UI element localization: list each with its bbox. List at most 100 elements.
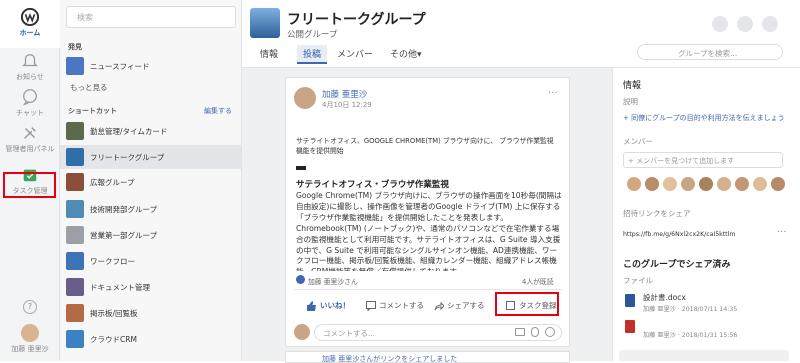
task-icon-button[interactable] (712, 16, 728, 32)
tab-members[interactable]: メンバー (337, 47, 373, 60)
member-avatar[interactable] (681, 177, 695, 191)
user-avatar (21, 324, 39, 342)
member-avatar[interactable] (717, 177, 731, 191)
next-post-author[interactable]: 加藤 亜里沙さんがリンクをシェアしました (322, 354, 457, 362)
group-label: 勤怠管理/タイムカード (90, 126, 168, 136)
seen-count[interactable]: 4人が既読 (522, 276, 554, 286)
chat-bar[interactable] (619, 350, 789, 361)
member-avatar[interactable] (627, 177, 641, 191)
sidebar-item-newsfeed[interactable]: ニュースフィード (66, 54, 241, 78)
user-profile[interactable]: 加藤 亜里沙 (0, 324, 60, 354)
rail-chat-label: チャット (16, 109, 44, 117)
sidebar-item-pr[interactable]: 広報グループ (66, 170, 241, 194)
group-label: 掲示板/回覧板 (90, 308, 138, 318)
commenter-avatar (294, 324, 310, 340)
camera-icon[interactable] (515, 328, 525, 336)
help-icon: ? (23, 300, 37, 314)
invite-label: 招待リンクをシェア (623, 209, 691, 218)
reaction-names[interactable]: 加藤 亜里沙さん (308, 276, 358, 286)
invite-options-icon[interactable]: ··· (777, 227, 787, 238)
member-avatar[interactable] (663, 177, 677, 191)
plus-icon: + (623, 114, 632, 122)
tab-posts[interactable]: 投稿 (297, 45, 328, 64)
rail-admin-panel-label: 管理者用パネル (5, 145, 55, 153)
rail-admin-panel[interactable]: 管理者用パネル (0, 124, 60, 154)
info-heading: 情報 (623, 81, 642, 91)
tab-info[interactable]: 情報 (260, 47, 278, 60)
member-avatar[interactable] (753, 177, 767, 191)
group-thumbnail (66, 122, 84, 140)
sidebar-search-input[interactable]: 検索 (66, 6, 236, 28)
task-button-highlight (495, 292, 559, 316)
post-author[interactable]: 加藤 亜里沙 (322, 88, 367, 100)
next-post-card: 加藤 亜里沙さんがリンクをシェアしました (285, 351, 570, 363)
workplace-logo-icon (21, 8, 39, 26)
files-label: ファイル (623, 276, 653, 285)
author-avatar[interactable] (294, 87, 316, 109)
member-avatar[interactable] (699, 177, 713, 191)
group-label: ドキュメント管理 (90, 282, 150, 292)
sidebar-item-workflow[interactable]: ワークフロー (66, 249, 241, 273)
bell-button[interactable] (737, 16, 753, 32)
group-thumbnail (66, 173, 84, 191)
post-card: 加藤 亜里沙 4月10日 12:29 ··· サテライトオフィス、GOOGLE … (285, 77, 570, 347)
emoji-icon[interactable] (545, 327, 555, 337)
link-preview-title[interactable]: サテライトオフィス、GOOGLE CHROME(TM) ブラウザ向けに、 ブラウ… (296, 136, 558, 156)
description-label: 説明 (623, 97, 638, 106)
member-avatar[interactable] (735, 177, 749, 191)
member-avatar[interactable] (645, 177, 659, 191)
sidebar-item-tech[interactable]: 技術開発部グループ (66, 197, 241, 221)
comment-button[interactable]: コメントする (366, 300, 424, 311)
post-options-icon[interactable]: ··· (548, 88, 558, 99)
group-thumbnail (66, 304, 84, 322)
thumbs-up-icon (307, 300, 316, 311)
sidebar-item-freetalk[interactable]: フリートークグループ (60, 145, 241, 169)
task-rail-highlight (3, 172, 56, 198)
plus-icon: + (628, 157, 637, 165)
invite-url[interactable]: https://fb.me/g/6Nxl2cx2K/caI5kttlm (623, 231, 735, 238)
tab-more[interactable]: その他▾ (390, 47, 422, 60)
edit-shortcuts-link[interactable]: 編集する (204, 106, 232, 116)
pdf-file-icon (625, 320, 635, 333)
share-button[interactable]: シェアする (434, 300, 485, 311)
group-thumbnail (66, 278, 84, 296)
comment-icon (366, 300, 376, 311)
bell-icon (22, 54, 38, 67)
file-meta: 加藤 亜里沙 · 2018/07/11 14:35 (643, 306, 738, 313)
sidebar-item-crm[interactable]: クラウドCRM (66, 327, 241, 351)
group-search-input[interactable]: グループを検索... (637, 44, 783, 60)
file-name[interactable]: 設計書.docx (643, 292, 686, 303)
tools-icon (24, 127, 36, 139)
rail-notifications[interactable]: お知らせ (0, 52, 60, 82)
post-date[interactable]: 4月10日 12:29 (322, 100, 372, 110)
comment-placeholder: コメントする... (323, 329, 376, 338)
like-button[interactable]: いいね！ (306, 300, 350, 311)
description-link[interactable]: + 同僚にグループの目的や利用方法を伝えましょう (623, 113, 785, 123)
comment-input[interactable]: コメントする... (314, 324, 562, 341)
group-privacy: 公開グループ (287, 30, 338, 40)
sidebar-item-docs[interactable]: ドキュメント管理 (66, 275, 241, 299)
more-link[interactable]: もっと見る (70, 82, 108, 93)
file-meta: 加藤 亜里沙 · 2018/01/31 15:56 (643, 332, 738, 339)
group-thumbnail (66, 226, 84, 244)
rail-notifications-label: お知らせ (16, 73, 44, 81)
attach-icon[interactable] (531, 327, 539, 337)
share-label: シェアする (447, 301, 485, 310)
add-member-input[interactable]: + メンバーを見つけて追加します (623, 152, 783, 168)
group-thumbnail (66, 330, 84, 348)
group-thumbnail (66, 148, 84, 166)
post-headline: サテライトオフィス・ブラウザ作業監視 (296, 180, 449, 190)
post-body: Google Chrome(TM) ブラウザ向けに、ブラウザの操作画面を10秒毎… (296, 191, 562, 271)
more-options-button[interactable] (762, 16, 778, 32)
sidebar-item-board[interactable]: 掲示板/回覧板 (66, 301, 241, 325)
share-icon (434, 301, 444, 310)
help-button[interactable]: ? (0, 300, 60, 314)
rail-chat[interactable]: チャット (0, 88, 60, 118)
group-label: 技術開発部グループ (90, 204, 158, 214)
member-avatar[interactable] (771, 177, 785, 191)
link-preview-icon (296, 166, 306, 170)
page-title: フリートークグループ (287, 12, 426, 28)
rail-home[interactable]: ホーム (0, 0, 60, 48)
sidebar-item-attendance[interactable]: 勤怠管理/タイムカード (66, 119, 241, 143)
sidebar-item-sales[interactable]: 営業第一部グループ (66, 223, 241, 247)
